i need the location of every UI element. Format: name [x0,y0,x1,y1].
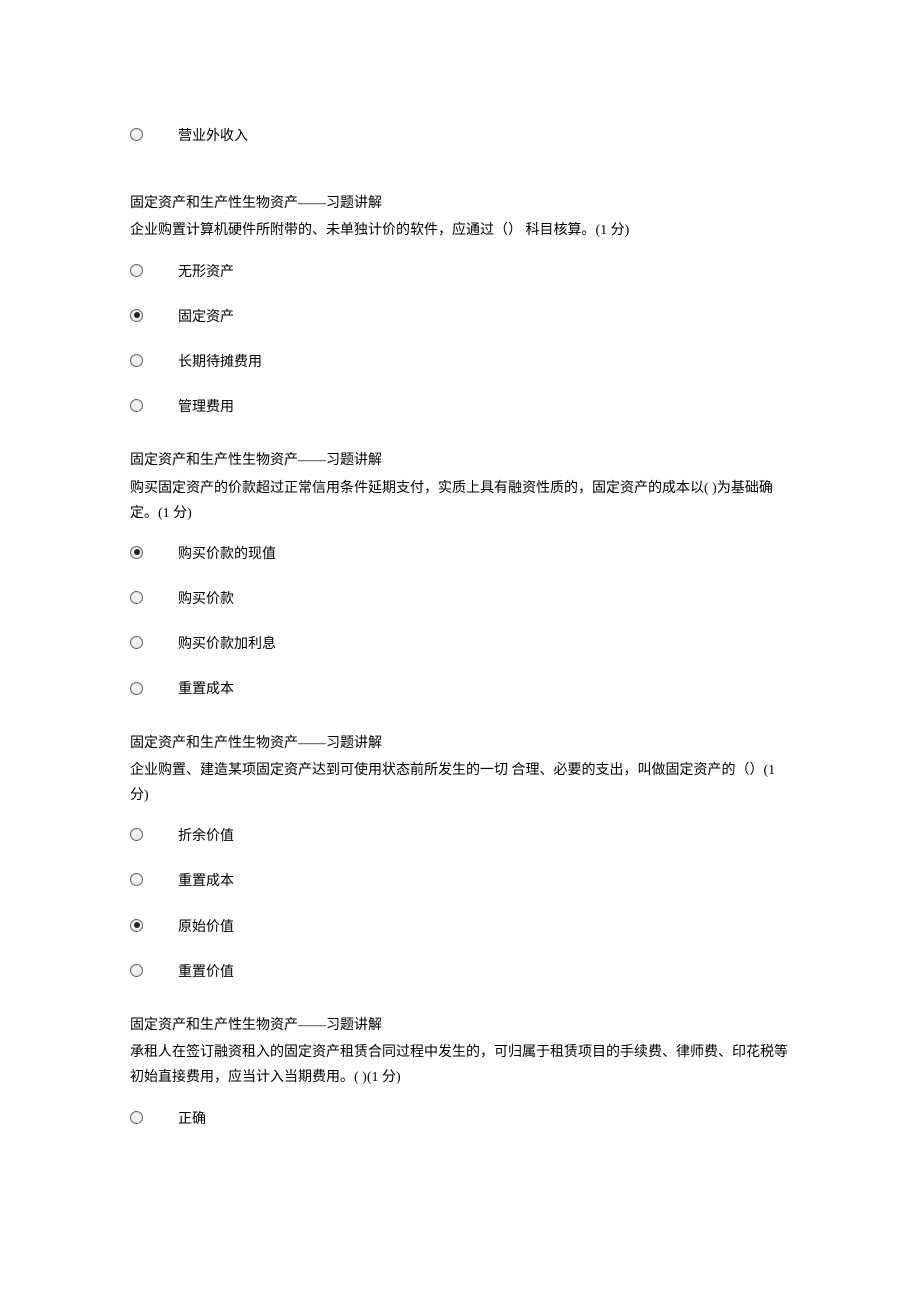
radio-icon[interactable] [130,399,143,412]
option-label: 购买价款加利息 [178,628,790,657]
radio-wrap [130,636,178,649]
question-3: 固定资产和生产性生物资产——习题讲解 企业购置、建造某项固定资产达到可使用状态前… [130,731,790,985]
radio-icon-selected[interactable] [130,546,143,559]
radio-wrap [130,264,178,277]
option-label: 折余价值 [178,820,790,849]
question-text: 企业购置、建造某项固定资产达到可使用状态前所发生的一切 合理、必要的支出，叫做固… [130,758,790,808]
radio-icon[interactable] [130,964,143,977]
option-label: 原始价值 [178,911,790,940]
option-row[interactable]: 购买价款加利息 [130,628,790,657]
section-title: 固定资产和生产性生物资产——习题讲解 [130,731,790,756]
radio-wrap [130,682,178,695]
radio-icon[interactable] [130,873,143,886]
radio-wrap [130,546,178,559]
option-row[interactable]: 营业外收入 [130,120,790,149]
radio-icon[interactable] [130,264,143,277]
option-row[interactable]: 购买价款 [130,583,790,612]
radio-wrap [130,919,178,932]
radio-wrap [130,828,178,841]
radio-icon[interactable] [130,128,143,141]
radio-icon[interactable] [130,591,143,604]
option-label: 长期待摊费用 [178,346,790,375]
radio-icon[interactable] [130,1111,143,1124]
radio-icon-selected[interactable] [130,919,143,932]
radio-icon[interactable] [130,682,143,695]
question-0-partial: 营业外收入 [130,120,790,149]
radio-wrap [130,964,178,977]
option-label: 营业外收入 [178,120,790,149]
radio-wrap [130,354,178,367]
option-label: 重置成本 [178,865,790,894]
radio-wrap [130,399,178,412]
option-row[interactable]: 重置成本 [130,865,790,894]
option-row[interactable]: 重置成本 [130,673,790,702]
radio-wrap [130,591,178,604]
option-label: 正确 [178,1103,790,1132]
question-2: 固定资产和生产性生物资产——习题讲解 购买固定资产的价款超过正常信用条件延期支付… [130,448,790,702]
question-text: 承租人在签订融资租入的固定资产租赁合同过程中发生的，可归属于租赁项目的手续费、律… [130,1040,790,1090]
radio-wrap [130,309,178,322]
question-1: 固定资产和生产性生物资产——习题讲解 企业购置计算机硬件所附带的、未单独计价的软… [130,191,790,420]
option-row[interactable]: 重置价值 [130,956,790,985]
option-label: 重置成本 [178,673,790,702]
option-row[interactable]: 购买价款的现值 [130,538,790,567]
section-title: 固定资产和生产性生物资产——习题讲解 [130,1013,790,1038]
question-4: 固定资产和生产性生物资产——习题讲解 承租人在签订融资租入的固定资产租赁合同过程… [130,1013,790,1132]
radio-icon-selected[interactable] [130,309,143,322]
question-text: 购买固定资产的价款超过正常信用条件延期支付，实质上具有融资性质的，固定资产的成本… [130,476,790,526]
option-row[interactable]: 管理费用 [130,391,790,420]
option-row[interactable]: 折余价值 [130,820,790,849]
option-label: 购买价款 [178,583,790,612]
radio-wrap [130,128,178,141]
option-label: 固定资产 [178,301,790,330]
question-text: 企业购置计算机硬件所附带的、未单独计价的软件，应通过（） 科目核算。(1 分) [130,218,790,243]
option-label: 管理费用 [178,391,790,420]
option-label: 重置价值 [178,956,790,985]
option-row[interactable]: 正确 [130,1103,790,1132]
option-row[interactable]: 原始价值 [130,911,790,940]
radio-icon[interactable] [130,354,143,367]
option-label: 购买价款的现值 [178,538,790,567]
option-label: 无形资产 [178,256,790,285]
radio-wrap [130,1111,178,1124]
radio-icon[interactable] [130,636,143,649]
option-row[interactable]: 固定资产 [130,301,790,330]
option-row[interactable]: 长期待摊费用 [130,346,790,375]
radio-wrap [130,873,178,886]
section-title: 固定资产和生产性生物资产——习题讲解 [130,191,790,216]
radio-icon[interactable] [130,828,143,841]
section-title: 固定资产和生产性生物资产——习题讲解 [130,448,790,473]
option-row[interactable]: 无形资产 [130,256,790,285]
